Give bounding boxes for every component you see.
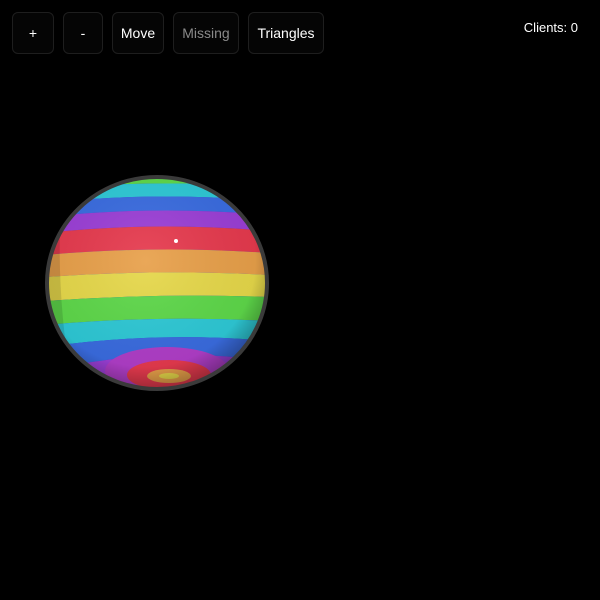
cursor-dot: [174, 239, 178, 243]
canvas-viewport[interactable]: + - Move Missing Triangles Clients: 0: [0, 0, 600, 600]
zoom-in-button[interactable]: +: [12, 12, 54, 54]
move-button[interactable]: Move: [112, 12, 164, 54]
globe-render[interactable]: [45, 175, 269, 391]
triangles-button[interactable]: Triangles: [248, 12, 324, 54]
missing-button: Missing: [173, 12, 239, 54]
zoom-out-button[interactable]: -: [63, 12, 103, 54]
globe-svg: [45, 175, 269, 391]
clients-count: Clients: 0: [523, 20, 578, 35]
toolbar: + - Move Missing Triangles: [12, 12, 324, 54]
